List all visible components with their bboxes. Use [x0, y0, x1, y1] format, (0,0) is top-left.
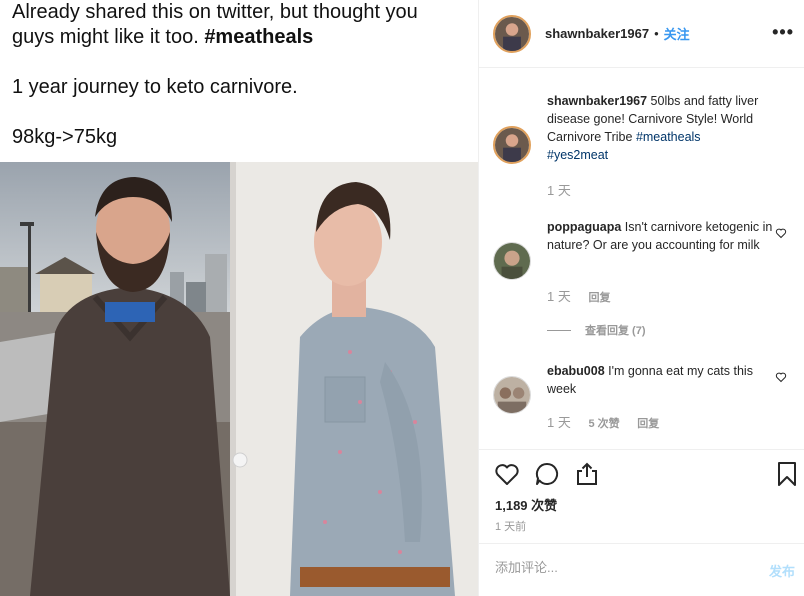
- bookmark-icon[interactable]: [773, 460, 801, 488]
- comment-meta: 1 天 5 次赞 回复: [547, 412, 673, 431]
- author-avatar[interactable]: [493, 14, 531, 53]
- post-comment-button[interactable]: 发布: [769, 561, 795, 580]
- comment-input[interactable]: [495, 560, 735, 575]
- author-username[interactable]: shawnbaker1967: [545, 26, 649, 41]
- view-replies-label: 查看回复 (7): [585, 325, 646, 337]
- post-sidebar: shawnbaker1967 • 关注 ••• shawnbaker1967 5…: [478, 0, 804, 596]
- add-comment-bar: 发布: [479, 543, 804, 596]
- reply-button[interactable]: 回复: [637, 418, 659, 430]
- comment-meta: 1 天 回复: [547, 286, 624, 305]
- like-count[interactable]: 1,189 次赞: [495, 495, 557, 514]
- view-replies-button[interactable]: 查看回复 (7): [547, 322, 646, 338]
- tweet-line-2: guys might like it too.: [12, 26, 199, 48]
- comment-username[interactable]: poppaguapa: [547, 220, 621, 234]
- share-icon[interactable]: [573, 460, 601, 488]
- reply-button[interactable]: 回复: [588, 292, 610, 304]
- before-photo: [0, 162, 230, 596]
- comment-time[interactable]: 1 天: [547, 415, 571, 430]
- after-photo: [230, 162, 478, 596]
- tweet-line-3: 1 year journey to keto carnivore.: [12, 76, 298, 98]
- follow-button[interactable]: 关注: [664, 24, 690, 43]
- post-header: shawnbaker1967 • 关注 •••: [479, 0, 804, 68]
- comment-bubble-icon[interactable]: [533, 460, 561, 488]
- comment-like-heart-icon[interactable]: [775, 371, 787, 383]
- comment-like-heart-icon[interactable]: [775, 227, 787, 239]
- post-image[interactable]: Already shared this on twitter, but thou…: [0, 0, 478, 596]
- caption-username[interactable]: shawnbaker1967: [547, 94, 647, 108]
- header-separator: •: [654, 26, 659, 41]
- comment-likes[interactable]: 5 次赞: [588, 418, 619, 430]
- comment-time[interactable]: 1 天: [547, 289, 571, 304]
- post-actions: [479, 449, 804, 499]
- post-time[interactable]: 1 天前: [495, 518, 526, 534]
- more-options-icon[interactable]: •••: [772, 22, 794, 43]
- view-replies-line: [547, 329, 571, 331]
- caption-meta: 1 天: [547, 180, 585, 199]
- tweet-line-1: Already shared this on twitter, but thou…: [12, 1, 418, 23]
- caption-time[interactable]: 1 天: [547, 183, 571, 198]
- tweet-line-4: 98kg->75kg: [12, 126, 118, 148]
- comment-username[interactable]: ebabu008: [547, 364, 605, 378]
- commenter-avatar[interactable]: [493, 242, 531, 280]
- like-heart-icon[interactable]: [493, 460, 521, 488]
- tweet-text: Already shared this on twitter, but thou…: [12, 0, 472, 150]
- caption-avatar[interactable]: [493, 126, 531, 164]
- caption-hashtag-yes2meat[interactable]: #yes2meat: [547, 148, 608, 162]
- tweet-hashtag: #meatheals: [204, 26, 314, 48]
- commenter-avatar[interactable]: [493, 376, 531, 414]
- caption-hashtag-meatheals[interactable]: #meatheals: [636, 130, 701, 144]
